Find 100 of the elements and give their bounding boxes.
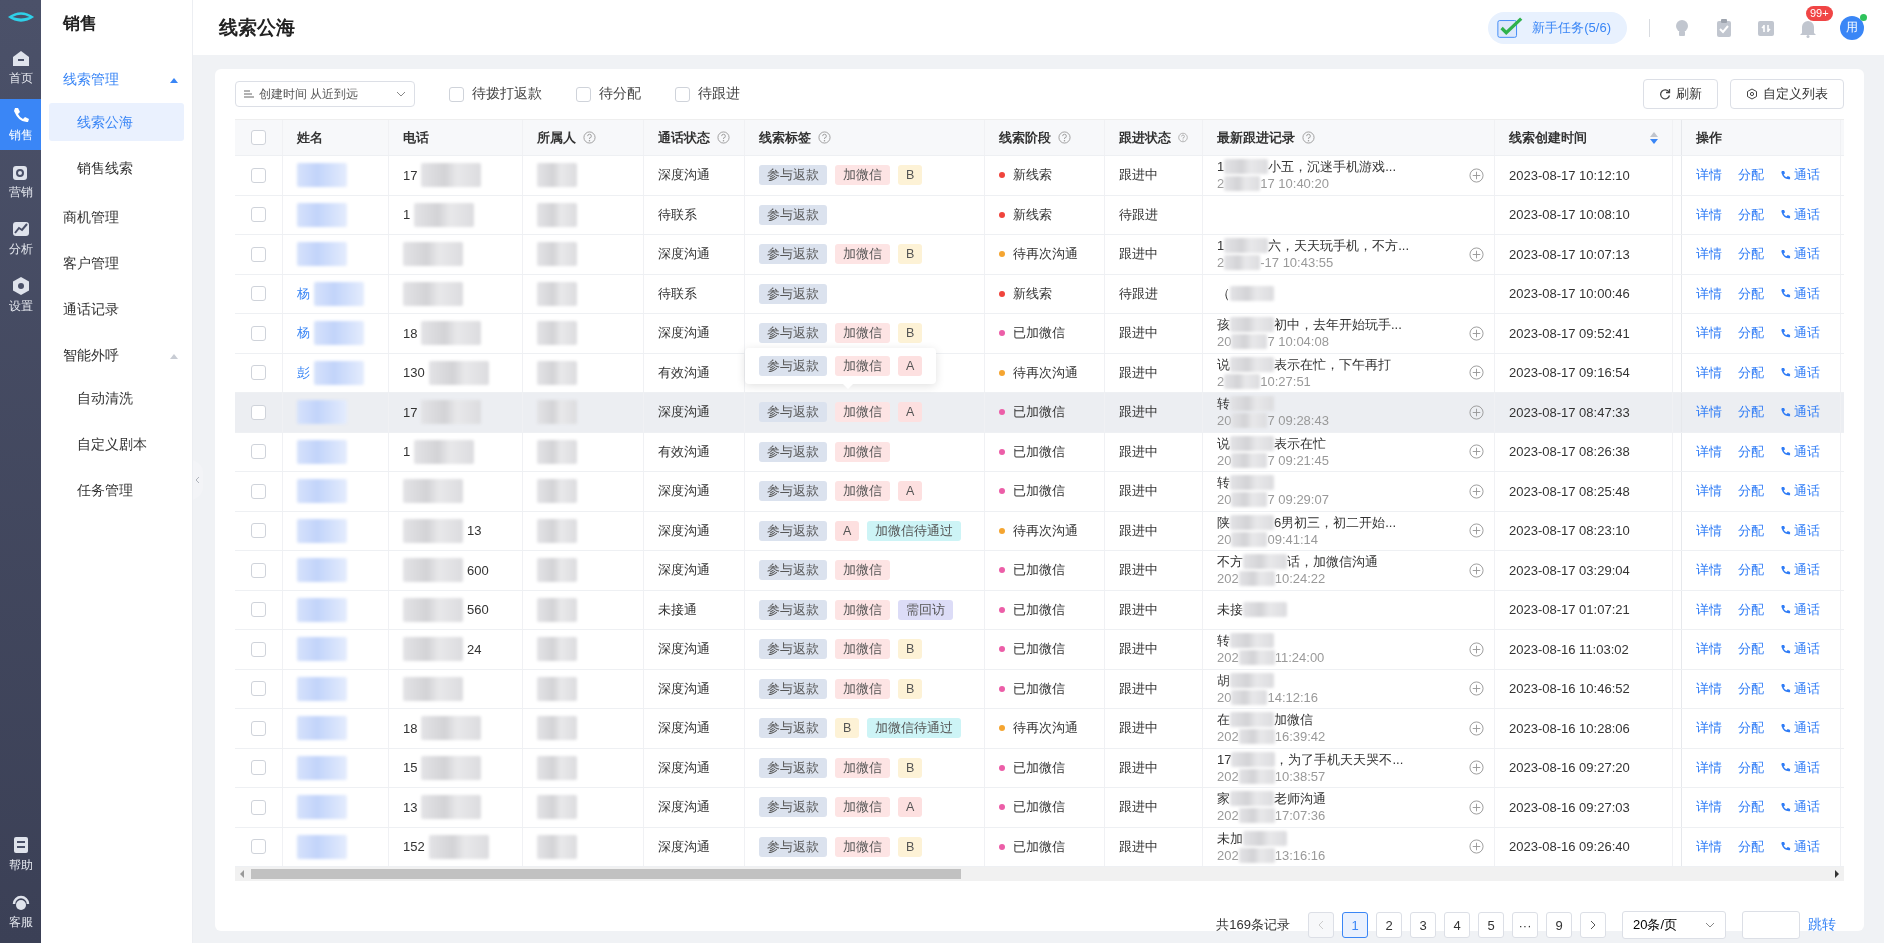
scroll-left-icon[interactable] (239, 870, 245, 878)
call-link[interactable]: 通话 (1780, 324, 1820, 343)
call-link[interactable]: 通话 (1780, 521, 1820, 540)
table-row[interactable]: 600 深度沟通 参与返款 加微信 已加微信 跟进中 不方 话，加微信沟通 202 10:24:22 2023-08-17 03:29:04 详情 分配 通话 (235, 551, 1844, 591)
table-row[interactable]: 17 深度沟通 参与返款 加微信 B 新线索 跟进中 1 小五，沉迷手机游戏... 2 17 10:40:20 2023-08-17 10:12:10 详情 分配 通话 (235, 156, 1844, 196)
page-size-dropdown[interactable]: 20条/页 (1622, 911, 1726, 939)
page-button[interactable]: 4 (1444, 912, 1470, 938)
rail-nav-item[interactable]: 营销 (0, 156, 41, 207)
add-icon[interactable] (1469, 167, 1484, 183)
add-icon[interactable] (1469, 365, 1484, 381)
table-row[interactable]: 杨 待联系 参与返款 新线索 待跟进 （ 2023-08-17 10:00:46 详情 分配 通话 (235, 274, 1844, 314)
add-icon[interactable] (1469, 641, 1484, 657)
help-icon[interactable] (717, 131, 730, 144)
name-link[interactable]: 杨 (297, 324, 310, 343)
call-link[interactable]: 通话 (1780, 403, 1820, 422)
table-row[interactable]: 1 待联系 参与返款 新线索 待跟进 2023-08-17 10:08:10 详情 分配 通话 (235, 195, 1844, 235)
row-checkbox[interactable] (251, 523, 266, 539)
action-link[interactable]: 分配 (1738, 324, 1764, 343)
menu-group[interactable]: 智能外呼 (41, 333, 192, 379)
action-link[interactable]: 分配 (1738, 482, 1764, 501)
page-jump-field[interactable] (1742, 911, 1800, 939)
call-link[interactable]: 通话 (1780, 640, 1820, 659)
action-link[interactable]: 分配 (1738, 363, 1764, 382)
row-checkbox[interactable] (251, 207, 266, 223)
rail-nav-item[interactable]: 首页 (0, 42, 41, 93)
select-all-checkbox[interactable] (251, 130, 266, 145)
table-row[interactable]: 560 未接通 参与返款 加微信 需回访 已加微信 跟进中 未接 2023-08-17 01:07:21 详情 分配 通话 (235, 590, 1844, 630)
row-checkbox[interactable] (251, 641, 266, 657)
action-link[interactable]: 详情 (1696, 284, 1722, 303)
help-icon[interactable] (1178, 131, 1188, 144)
menu-group[interactable]: 通话记录 (41, 287, 192, 333)
rail-nav-item[interactable]: 客服 (0, 886, 41, 937)
rail-nav-item[interactable]: 帮助 (0, 829, 41, 880)
clipboard-icon[interactable] (1714, 17, 1734, 38)
scroll-right-icon[interactable] (1834, 870, 1840, 878)
action-link[interactable]: 详情 (1696, 758, 1722, 777)
call-link[interactable]: 通话 (1780, 561, 1820, 580)
action-link[interactable]: 详情 (1696, 205, 1722, 224)
action-link[interactable]: 详情 (1696, 719, 1722, 738)
action-link[interactable]: 分配 (1738, 442, 1764, 461)
add-icon[interactable] (1469, 562, 1484, 578)
sort-dropdown[interactable]: 创建时间 从近到远 (235, 81, 415, 107)
add-icon[interactable] (1469, 246, 1484, 262)
page-button[interactable]: 3 (1410, 912, 1436, 938)
add-icon[interactable] (1469, 681, 1484, 697)
row-checkbox[interactable] (251, 562, 266, 578)
call-link[interactable]: 通话 (1780, 679, 1820, 698)
help-icon[interactable] (818, 131, 831, 144)
action-link[interactable]: 详情 (1696, 363, 1722, 382)
page-button[interactable]: 2 (1376, 912, 1402, 938)
row-checkbox[interactable] (251, 246, 266, 262)
table-row[interactable]: 13 深度沟通 参与返款 加微信 A 已加微信 跟进中 家 老师沟通 202 17:07:36 2023-08-16 09:27:03 详情 分配 通话 (235, 788, 1844, 828)
add-icon[interactable] (1469, 760, 1484, 776)
add-icon[interactable] (1469, 799, 1484, 815)
custom-columns-button[interactable]: 自定义列表 (1730, 79, 1844, 109)
action-link[interactable]: 分配 (1738, 719, 1764, 738)
next-page-button[interactable] (1580, 912, 1606, 938)
add-icon[interactable] (1469, 444, 1484, 460)
task-button[interactable]: 新手任务(5/6) (1488, 11, 1627, 44)
row-checkbox[interactable] (251, 444, 266, 460)
action-link[interactable]: 详情 (1696, 166, 1722, 185)
sort-icon[interactable] (1650, 131, 1658, 144)
action-link[interactable]: 分配 (1738, 758, 1764, 777)
jump-link[interactable]: 跳转 (1808, 916, 1836, 934)
menu-group[interactable]: 线索管理 (41, 57, 192, 103)
refresh-button[interactable]: 刷新 (1643, 79, 1718, 109)
call-link[interactable]: 通话 (1780, 363, 1820, 382)
add-icon[interactable] (1469, 523, 1484, 539)
row-checkbox[interactable] (251, 167, 266, 183)
call-link[interactable]: 通话 (1780, 482, 1820, 501)
action-link[interactable]: 分配 (1738, 600, 1764, 619)
horizontal-scrollbar[interactable] (235, 867, 1844, 881)
action-link[interactable]: 分配 (1738, 798, 1764, 817)
action-link[interactable]: 详情 (1696, 679, 1722, 698)
rail-nav-item[interactable]: 设置 (0, 270, 41, 321)
menu-group[interactable]: 商机管理 (41, 195, 192, 241)
add-icon[interactable] (1469, 325, 1484, 341)
action-link[interactable]: 分配 (1738, 245, 1764, 264)
action-link[interactable]: 详情 (1696, 521, 1722, 540)
table-row[interactable]: 深度沟通 参与返款 加微信 A 已加微信 跟进中 转 20 7 09:29:07 2023-08-17 08:25:48 详情 分配 通话 (235, 472, 1844, 512)
menu-item[interactable]: 自动清洗 (49, 379, 184, 417)
page-button[interactable]: 9 (1546, 912, 1572, 938)
menu-item[interactable]: 销售线索 (49, 149, 184, 187)
help-icon[interactable] (583, 131, 596, 144)
row-checkbox[interactable] (251, 325, 266, 341)
menu-item[interactable]: 自定义剧本 (49, 425, 184, 463)
name-link[interactable]: 彭 (297, 363, 310, 382)
call-link[interactable]: 通话 (1780, 284, 1820, 303)
call-link[interactable]: 通话 (1780, 166, 1820, 185)
table-row[interactable]: 18 深度沟通 参与返款 B 加微信待通过 待再次沟通 跟进中 在 加微信 202 16:39:42 2023-08-16 10:28:06 详情 分配 通话 (235, 709, 1844, 749)
call-link[interactable]: 通话 (1780, 205, 1820, 224)
table-row[interactable]: 15 深度沟通 参与返款 加微信 B 已加微信 跟进中 17 ，为了手机天天哭不... 202 10:38:57 2023-08-16 09:27:20 详情 分配 通话 (235, 748, 1844, 788)
row-checkbox[interactable] (251, 839, 266, 855)
action-link[interactable]: 分配 (1738, 640, 1764, 659)
call-link[interactable]: 通话 (1780, 245, 1820, 264)
action-link[interactable]: 详情 (1696, 482, 1722, 501)
menu-item[interactable]: 任务管理 (49, 471, 184, 509)
action-link[interactable]: 详情 (1696, 245, 1722, 264)
help-icon[interactable] (1302, 131, 1315, 144)
call-link[interactable]: 通话 (1780, 600, 1820, 619)
